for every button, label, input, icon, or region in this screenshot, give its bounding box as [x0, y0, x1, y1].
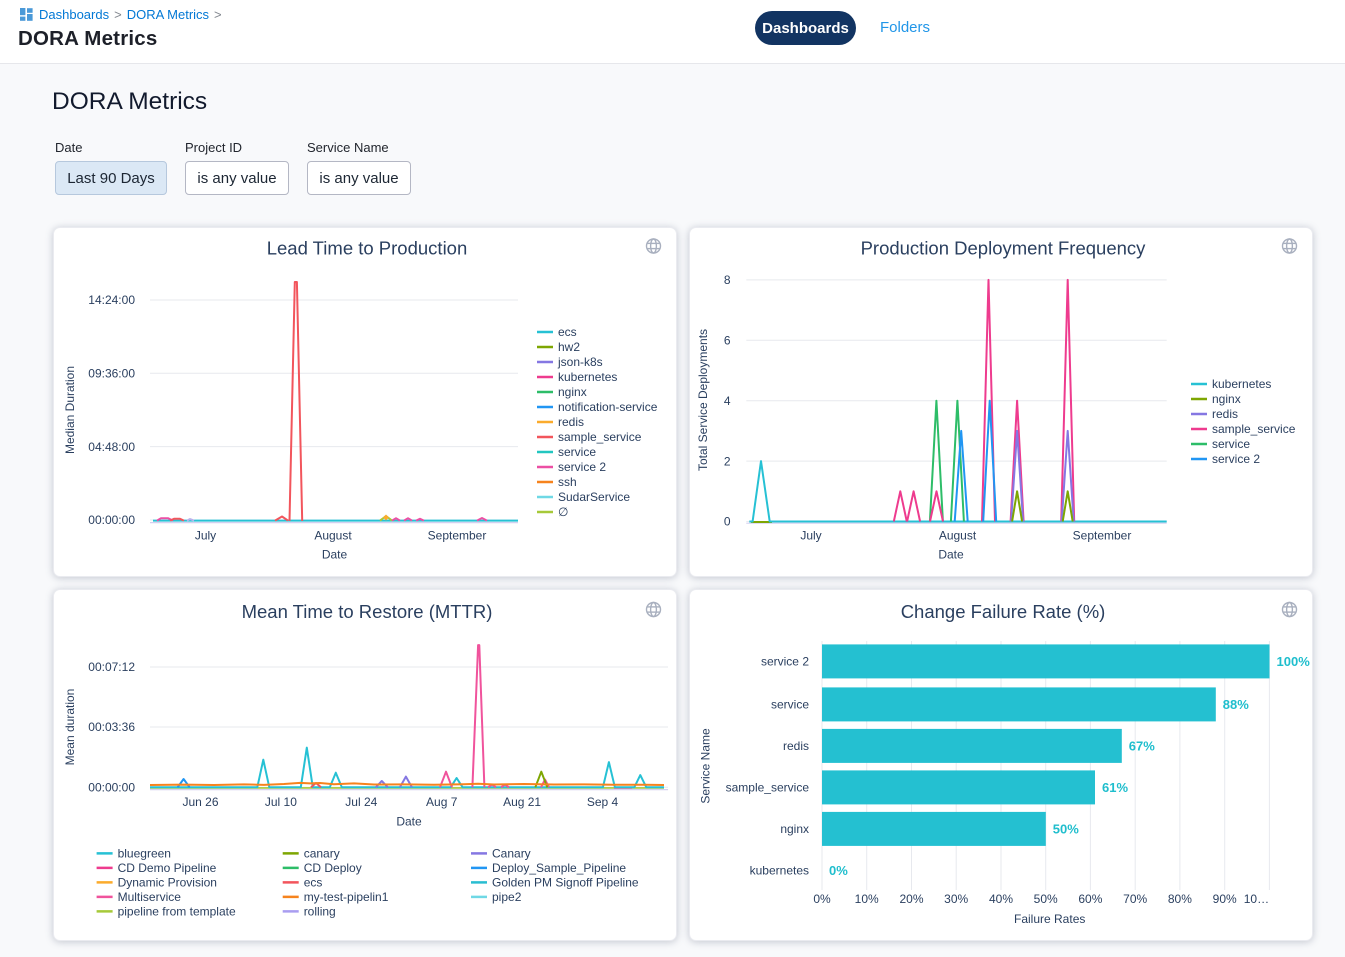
svg-text:pipeline from template: pipeline from template	[118, 905, 236, 919]
svg-text:kubernetes: kubernetes	[558, 370, 617, 384]
svg-text:100%: 100%	[1277, 654, 1311, 669]
svg-text:July: July	[800, 529, 821, 543]
svg-text:service: service	[558, 445, 596, 459]
svg-text:50%: 50%	[1053, 821, 1079, 836]
svg-text:70%: 70%	[1123, 892, 1147, 906]
svg-text:nginx: nginx	[1212, 392, 1241, 406]
svg-text:2: 2	[724, 454, 731, 468]
svg-text:10%: 10%	[855, 892, 879, 906]
svg-text:10…: 10…	[1244, 892, 1269, 906]
svg-text:30%: 30%	[944, 892, 968, 906]
svg-text:bluegreen: bluegreen	[118, 847, 171, 861]
svg-text:Median Duration: Median Duration	[63, 366, 77, 454]
svg-text:∅: ∅	[558, 505, 568, 519]
svg-text:sample_service: sample_service	[558, 430, 642, 444]
svg-text:Aug 7: Aug 7	[426, 795, 458, 809]
svg-text:July: July	[195, 529, 216, 543]
svg-text:61%: 61%	[1102, 780, 1128, 795]
svg-text:20%: 20%	[899, 892, 923, 906]
svg-text:Total Service Deployments: Total Service Deployments	[696, 329, 710, 471]
svg-text:rolling: rolling	[304, 905, 336, 919]
svg-text:August: August	[939, 529, 977, 543]
svg-text:sample_service: sample_service	[1212, 422, 1296, 436]
svg-text:sample_service: sample_service	[726, 781, 810, 795]
svg-text:CD Demo Pipeline: CD Demo Pipeline	[118, 861, 217, 875]
svg-text:notification-service: notification-service	[558, 400, 658, 414]
svg-text:Date: Date	[396, 815, 422, 829]
svg-text:service: service	[1212, 437, 1250, 451]
svg-text:40%: 40%	[989, 892, 1013, 906]
svg-text:4: 4	[724, 394, 731, 408]
svg-text:my-test-pipelin1: my-test-pipelin1	[304, 890, 389, 904]
svg-text:ssh: ssh	[558, 475, 577, 489]
svg-text:00:00:00: 00:00:00	[88, 513, 135, 527]
svg-text:00:03:36: 00:03:36	[88, 720, 135, 734]
svg-text:Dynamic Provision: Dynamic Provision	[118, 876, 217, 890]
svg-text:6: 6	[724, 334, 731, 348]
svg-text:09:36:00: 09:36:00	[88, 367, 135, 381]
svg-text:Production Deployment Frequenc: Production Deployment Frequency	[861, 238, 1147, 259]
svg-text:ecs: ecs	[558, 325, 577, 339]
svg-text:Date: Date	[938, 548, 964, 562]
svg-text:80%: 80%	[1168, 892, 1192, 906]
svg-text:service 2: service 2	[558, 460, 606, 474]
svg-text:service 2: service 2	[761, 655, 809, 669]
svg-text:CD Deploy: CD Deploy	[304, 861, 362, 875]
svg-text:Jul 24: Jul 24	[345, 795, 377, 809]
svg-text:nginx: nginx	[780, 822, 809, 836]
svg-text:pipe2: pipe2	[492, 890, 522, 904]
svg-text:nginx: nginx	[558, 385, 587, 399]
svg-text:Mean duration: Mean duration	[63, 689, 77, 766]
svg-text:September: September	[428, 529, 487, 543]
svg-text:kubernetes: kubernetes	[1212, 377, 1271, 391]
svg-text:json-k8s: json-k8s	[557, 355, 603, 369]
svg-text:0%: 0%	[829, 863, 848, 878]
svg-text:14:24:00: 14:24:00	[88, 293, 135, 307]
svg-text:canary: canary	[304, 847, 340, 861]
svg-text:August: August	[314, 529, 352, 543]
svg-text:Lead Time to Production: Lead Time to Production	[267, 238, 468, 259]
svg-text:September: September	[1073, 529, 1132, 543]
svg-text:0: 0	[724, 515, 731, 529]
svg-text:0%: 0%	[813, 892, 831, 906]
svg-text:50%: 50%	[1034, 892, 1058, 906]
svg-text:04:48:00: 04:48:00	[88, 440, 135, 454]
svg-text:8: 8	[724, 273, 731, 287]
svg-text:redis: redis	[1212, 407, 1238, 421]
svg-text:redis: redis	[558, 415, 584, 429]
svg-text:Change Failure Rate (%): Change Failure Rate (%)	[901, 601, 1106, 622]
svg-text:67%: 67%	[1129, 738, 1155, 753]
svg-text:hw2: hw2	[558, 340, 580, 354]
svg-text:60%: 60%	[1078, 892, 1102, 906]
svg-text:Multiservice: Multiservice	[118, 890, 182, 904]
svg-text:Deploy_Sample_Pipeline: Deploy_Sample_Pipeline	[492, 861, 626, 875]
svg-text:service: service	[771, 698, 809, 712]
svg-text:Golden PM Signoff Pipeline: Golden PM Signoff Pipeline	[492, 876, 639, 890]
svg-text:Aug 21: Aug 21	[503, 795, 541, 809]
svg-text:Failure Rates: Failure Rates	[1014, 912, 1085, 926]
svg-text:Canary: Canary	[492, 847, 531, 861]
svg-text:Mean Time to Restore (MTTR): Mean Time to Restore (MTTR)	[242, 601, 493, 622]
svg-text:Date: Date	[322, 548, 348, 562]
svg-text:90%: 90%	[1213, 892, 1237, 906]
svg-text:service 2: service 2	[1212, 452, 1260, 466]
svg-text:00:00:00: 00:00:00	[88, 781, 135, 795]
svg-text:Jun 26: Jun 26	[182, 795, 218, 809]
svg-text:Jul 10: Jul 10	[265, 795, 297, 809]
svg-text:88%: 88%	[1223, 697, 1249, 712]
svg-text:SudarService: SudarService	[558, 490, 630, 504]
svg-text:kubernetes: kubernetes	[750, 864, 809, 878]
svg-text:redis: redis	[783, 739, 809, 753]
svg-text:Service Name: Service Name	[699, 728, 713, 804]
svg-text:Sep 4: Sep 4	[587, 795, 619, 809]
svg-text:00:07:12: 00:07:12	[88, 660, 135, 674]
svg-text:ecs: ecs	[304, 876, 323, 890]
